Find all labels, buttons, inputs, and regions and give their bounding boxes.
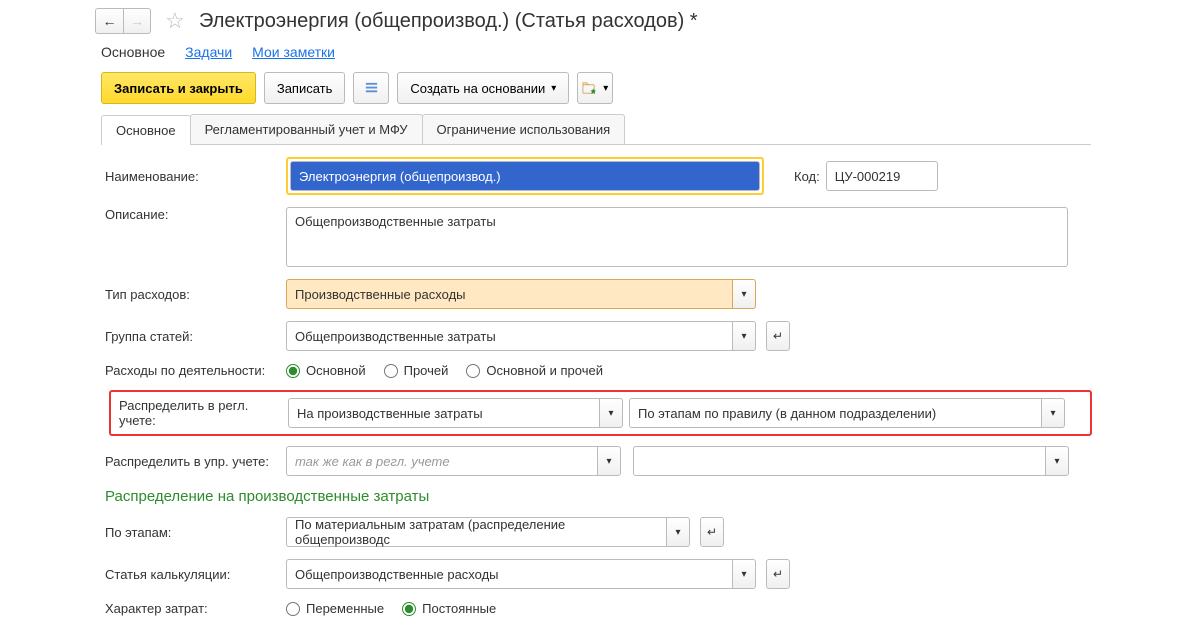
dist-upr-label: Распределить в упр. учете:	[105, 454, 280, 469]
top-link-tasks[interactable]: Задачи	[185, 44, 232, 60]
calc-article-open-button[interactable]: ↵	[766, 559, 790, 589]
save-button[interactable]: Записать	[264, 72, 346, 104]
forward-button[interactable]: →	[123, 8, 151, 34]
folder-star-icon	[582, 81, 597, 96]
type-select[interactable]: Производственные расходы	[286, 279, 732, 309]
cost-nature-radio-group: Переменные Постоянные	[286, 601, 496, 616]
dist-upr-select2[interactable]	[633, 446, 1045, 476]
dist-upr-dropdown[interactable]: ▾	[597, 446, 621, 476]
calc-article-label: Статья калькуляции:	[105, 567, 280, 582]
activity-label: Расходы по деятельности:	[105, 363, 280, 378]
back-button[interactable]: ←	[95, 8, 123, 34]
cost-nature-constant[interactable]: Постоянные	[402, 601, 496, 616]
name-label: Наименование:	[105, 169, 280, 184]
top-link-main[interactable]: Основное	[101, 44, 165, 60]
create-based-on-button[interactable]: Создать на основании ▾	[397, 72, 569, 104]
top-link-notes[interactable]: Мои заметки	[252, 44, 335, 60]
by-stages-select[interactable]: По материальным затратам (распределение …	[286, 517, 666, 547]
dist-reg-highlight: Распределить в регл. учете: На производс…	[109, 390, 1092, 436]
type-dropdown-button[interactable]: ▾	[732, 279, 756, 309]
list-icon	[364, 81, 379, 96]
cost-nature-variable[interactable]: Переменные	[286, 601, 384, 616]
activity-radio-group: Основной Прочей Основной и прочей	[286, 363, 603, 378]
desc-label: Описание:	[105, 207, 280, 222]
dist-reg-dropdown2[interactable]: ▾	[1041, 398, 1065, 428]
group-dropdown-button[interactable]: ▾	[732, 321, 756, 351]
page-title: Электроэнергия (общепроизвод.) (Статья р…	[199, 10, 698, 33]
dist-upr-dropdown2[interactable]: ▾	[1045, 446, 1069, 476]
name-field-highlight: Электроэнергия (общепроизвод.)	[286, 157, 764, 195]
code-label: Код:	[794, 169, 820, 184]
report-icon-button[interactable]	[353, 72, 389, 104]
tab-main[interactable]: Основное	[101, 115, 191, 145]
by-stages-dropdown[interactable]: ▾	[666, 517, 690, 547]
group-open-button[interactable]: ↵	[766, 321, 790, 351]
calc-article-select[interactable]: Общепроизводственные расходы	[286, 559, 732, 589]
dist-reg-select1[interactable]: На производственные затраты	[288, 398, 599, 428]
attachments-button[interactable]: ▾	[577, 72, 613, 104]
dist-reg-label: Распределить в регл. учете:	[119, 398, 282, 428]
code-input[interactable]: ЦУ-000219	[826, 161, 938, 191]
favorite-star-icon[interactable]: ☆	[159, 8, 191, 34]
dist-reg-select2[interactable]: По этапам по правилу (в данном подраздел…	[629, 398, 1041, 428]
by-stages-label: По этапам:	[105, 525, 280, 540]
cost-nature-label: Характер затрат:	[105, 601, 280, 616]
dist-upr-select[interactable]: так же как в регл. учете	[286, 446, 597, 476]
activity-radio-other[interactable]: Прочей	[384, 363, 449, 378]
name-input[interactable]: Электроэнергия (общепроизвод.)	[290, 161, 760, 191]
activity-radio-main[interactable]: Основной	[286, 363, 366, 378]
tab-restriction[interactable]: Ограничение использования	[422, 114, 626, 144]
save-and-close-button[interactable]: Записать и закрыть	[101, 72, 256, 104]
section-distribution-title: Распределение на производственные затрат…	[105, 488, 1200, 505]
by-stages-open-button[interactable]: ↵	[700, 517, 724, 547]
group-select[interactable]: Общепроизводственные затраты	[286, 321, 732, 351]
calc-article-dropdown[interactable]: ▾	[732, 559, 756, 589]
type-label: Тип расходов:	[105, 287, 280, 302]
tab-regulated[interactable]: Регламентированный учет и МФУ	[190, 114, 423, 144]
activity-radio-both[interactable]: Основной и прочей	[466, 363, 603, 378]
dist-reg-dropdown1[interactable]: ▾	[599, 398, 623, 428]
desc-textarea[interactable]: Общепроизводственные затраты	[286, 207, 1068, 267]
group-label: Группа статей:	[105, 329, 280, 344]
